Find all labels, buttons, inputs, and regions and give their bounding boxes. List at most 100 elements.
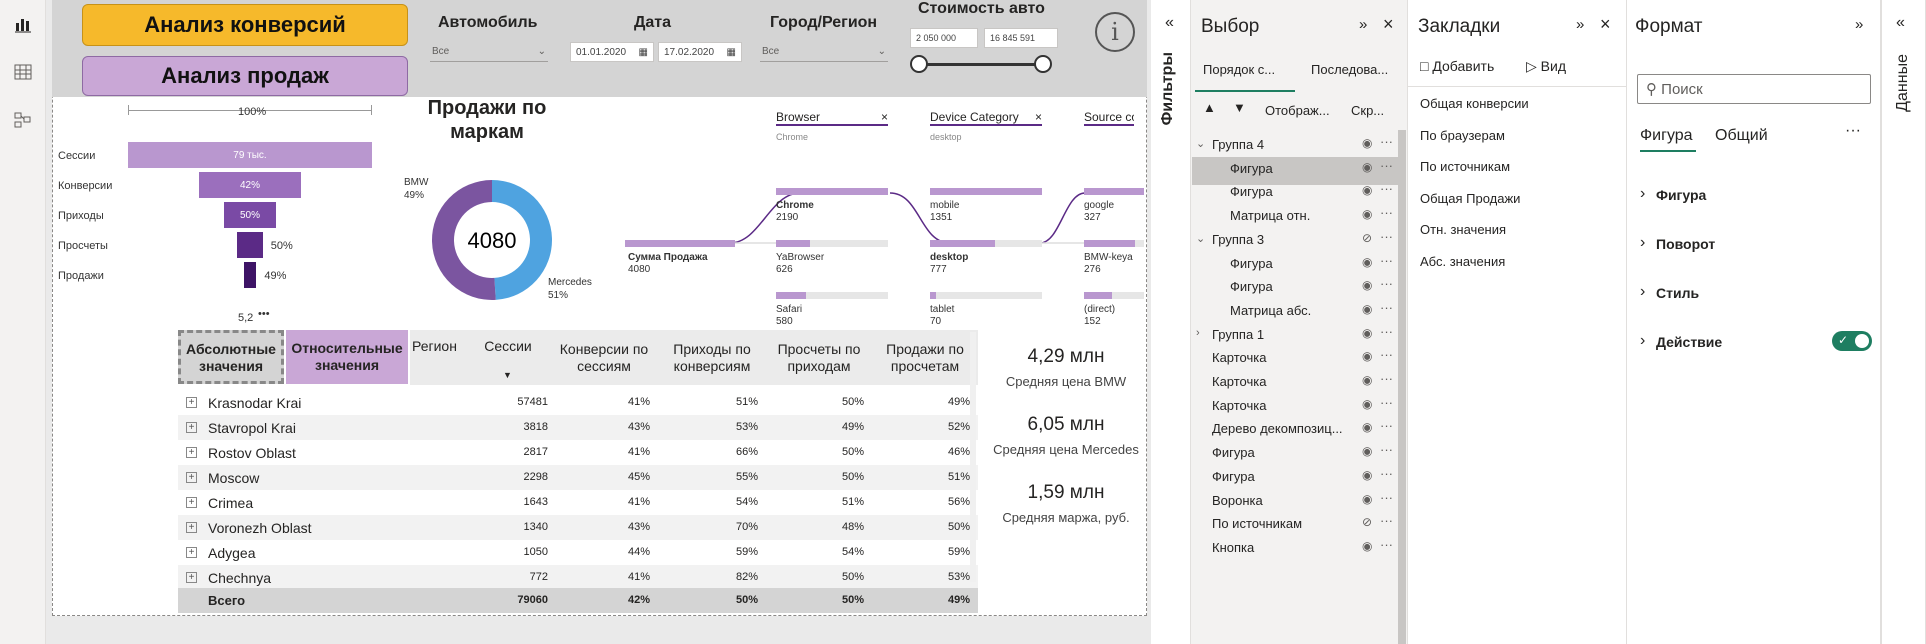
report-view-icon[interactable] <box>11 12 35 36</box>
view-bookmark-button[interactable]: ▷ Вид <box>1526 58 1566 75</box>
table-row[interactable]: + Adygea 1050 44% 59% 54% 59% <box>178 540 978 565</box>
table-row[interactable]: + Voronezh Oblast 1340 43% 70% 48% 50% <box>178 515 978 540</box>
decomp-node-bar[interactable] <box>1084 188 1144 195</box>
eye-icon[interactable]: ◉ <box>1362 207 1372 221</box>
table-row[interactable]: + Stavropol Krai 3818 43% 53% 49% 52% <box>178 415 978 440</box>
expand-row-icon[interactable]: + <box>186 572 197 583</box>
move-down-icon[interactable]: ▼ <box>1233 100 1246 115</box>
decomp-node-bar[interactable] <box>776 240 888 247</box>
more-options-icon[interactable]: ··· <box>1380 347 1393 362</box>
decomp-node-bar[interactable] <box>1084 292 1144 299</box>
table-row[interactable]: + Moscow 2298 45% 55% 50% 51% <box>178 465 978 490</box>
decomp-node-bar[interactable] <box>930 292 1042 299</box>
eye-icon[interactable]: ◉ <box>1362 492 1372 506</box>
expand-row-icon[interactable]: + <box>186 447 197 458</box>
tab-layer-order[interactable]: Порядок с... <box>1203 62 1275 77</box>
more-options-icon[interactable]: ··· <box>1380 395 1393 410</box>
tab-format-general[interactable]: Общий <box>1715 127 1768 145</box>
hide-all-button[interactable]: Скр... <box>1351 103 1384 118</box>
action-toggle[interactable]: ✓ <box>1832 331 1872 351</box>
move-up-icon[interactable]: ▲ <box>1203 100 1216 115</box>
eye-icon[interactable]: ◉ <box>1362 183 1372 197</box>
more-options-icon[interactable]: ··· <box>1845 122 1861 140</box>
add-bookmark-button[interactable]: □ Добавить <box>1420 58 1494 74</box>
chevron-right-icon[interactable]: › <box>1640 283 1645 301</box>
model-view-icon[interactable] <box>11 108 35 132</box>
format-section-4[interactable]: Действие <box>1656 334 1722 350</box>
info-icon[interactable]: i <box>1095 12 1135 52</box>
more-options-icon[interactable]: ··· <box>1380 490 1393 505</box>
eye-icon[interactable]: ◉ <box>1362 278 1372 292</box>
decomp-node-bar[interactable] <box>776 292 888 299</box>
table-header-sales[interactable]: Продажи по просчетам <box>872 330 978 385</box>
bookmark-item[interactable]: По браузерам <box>1420 128 1505 143</box>
eye-icon[interactable]: ◉ <box>1362 349 1372 363</box>
more-options-icon[interactable]: ··· <box>1380 442 1393 457</box>
eye-icon[interactable]: ◉ <box>1362 468 1372 482</box>
decomp-col-device[interactable]: Device Category × <box>930 110 1042 126</box>
table-row[interactable]: + Chechnya 772 41% 82% 50% 53% <box>178 565 978 590</box>
eye-hidden-icon[interactable]: ⊘ <box>1362 231 1372 245</box>
chevron-right-icon[interactable]: › <box>1196 327 1200 339</box>
expand-row-icon[interactable]: + <box>186 422 197 433</box>
price-min-input[interactable]: 2 050 000 <box>910 28 978 48</box>
expand-icon[interactable]: « <box>1165 14 1174 32</box>
eye-icon[interactable]: ◉ <box>1362 255 1372 269</box>
more-options-icon[interactable]: ··· <box>1380 300 1393 315</box>
decomp-node-bar[interactable] <box>776 188 888 195</box>
more-options-icon[interactable]: ··· <box>1380 253 1393 268</box>
table-header-arrivals[interactable]: Приходы по конверсиям <box>658 330 766 385</box>
collapse-icon[interactable]: » <box>1855 16 1863 33</box>
collapse-icon[interactable]: » <box>1359 16 1367 33</box>
bookmark-item[interactable]: Отн. значения <box>1420 222 1506 237</box>
more-options-icon[interactable]: ··· <box>1380 537 1393 552</box>
expand-row-icon[interactable]: + <box>186 397 197 408</box>
conversion-analysis-button[interactable]: Анализ конверсий <box>82 4 408 46</box>
expand-icon[interactable]: « <box>1896 14 1905 32</box>
chevron-right-icon[interactable]: › <box>1640 234 1645 252</box>
table-scrollbar[interactable] <box>970 332 976 582</box>
selection-item[interactable]: Кнопка ◉ ··· <box>1192 536 1398 564</box>
close-icon[interactable]: × <box>881 110 888 124</box>
tab-format-shape[interactable]: Фигура <box>1640 127 1693 145</box>
car-slicer-dropdown[interactable]: Все ⌄ <box>430 42 548 62</box>
format-section-3[interactable]: Стиль <box>1656 285 1699 301</box>
chevron-down-icon[interactable]: ⌄ <box>1196 137 1205 150</box>
tab-tab-order[interactable]: Последова... <box>1311 62 1388 77</box>
more-icon[interactable]: ••• <box>258 308 270 320</box>
chevron-right-icon[interactable]: › <box>1640 332 1645 350</box>
funnel-bar[interactable] <box>243 262 257 288</box>
price-slider-max-handle[interactable] <box>1034 55 1052 73</box>
close-icon[interactable]: × <box>1383 14 1394 35</box>
data-view-icon[interactable] <box>11 60 35 84</box>
eye-icon[interactable]: ◉ <box>1362 397 1372 411</box>
data-pane-collapsed[interactable]: « Данные <box>1881 0 1926 644</box>
chevron-down-icon[interactable]: ⌄ <box>1196 232 1205 245</box>
funnel-bar[interactable]: 42% <box>198 172 302 198</box>
funnel-bar[interactable]: 50% <box>224 202 276 228</box>
more-options-icon[interactable]: ··· <box>1380 466 1393 481</box>
sales-analysis-button[interactable]: Анализ продаж <box>82 56 408 96</box>
eye-hidden-icon[interactable]: ⊘ <box>1362 515 1372 529</box>
selection-scrollbar[interactable] <box>1398 130 1406 644</box>
eye-icon[interactable]: ◉ <box>1362 326 1372 340</box>
close-icon[interactable]: × <box>1600 14 1611 35</box>
decomp-col-browser[interactable]: Browser × <box>776 110 888 126</box>
more-options-icon[interactable]: ··· <box>1380 205 1393 220</box>
table-row[interactable]: + Rostov Oblast 2817 41% 66% 50% 46% <box>178 440 978 465</box>
chevron-right-icon[interactable]: › <box>1640 185 1645 203</box>
price-slider-min-handle[interactable] <box>910 55 928 73</box>
format-section-2[interactable]: Поворот <box>1656 236 1715 252</box>
eye-icon[interactable]: ◉ <box>1362 373 1372 387</box>
more-options-icon[interactable]: ··· <box>1380 158 1393 173</box>
eye-icon[interactable]: ◉ <box>1362 539 1372 553</box>
table-row[interactable]: + Krasnodar Krai 57481 41% 51% 50% 49% <box>178 390 978 415</box>
decomp-node-bar[interactable] <box>930 188 1042 195</box>
expand-row-icon[interactable]: + <box>186 497 197 508</box>
date-from-input[interactable]: 01.01.2020 ▦ <box>570 42 654 62</box>
eye-icon[interactable]: ◉ <box>1362 444 1372 458</box>
bookmark-item[interactable]: Общая конверсии <box>1420 96 1529 111</box>
table-header-region[interactable]: Регион <box>412 330 468 385</box>
eye-icon[interactable]: ◉ <box>1362 302 1372 316</box>
decomp-col-source[interactable]: Source co <box>1084 110 1134 126</box>
